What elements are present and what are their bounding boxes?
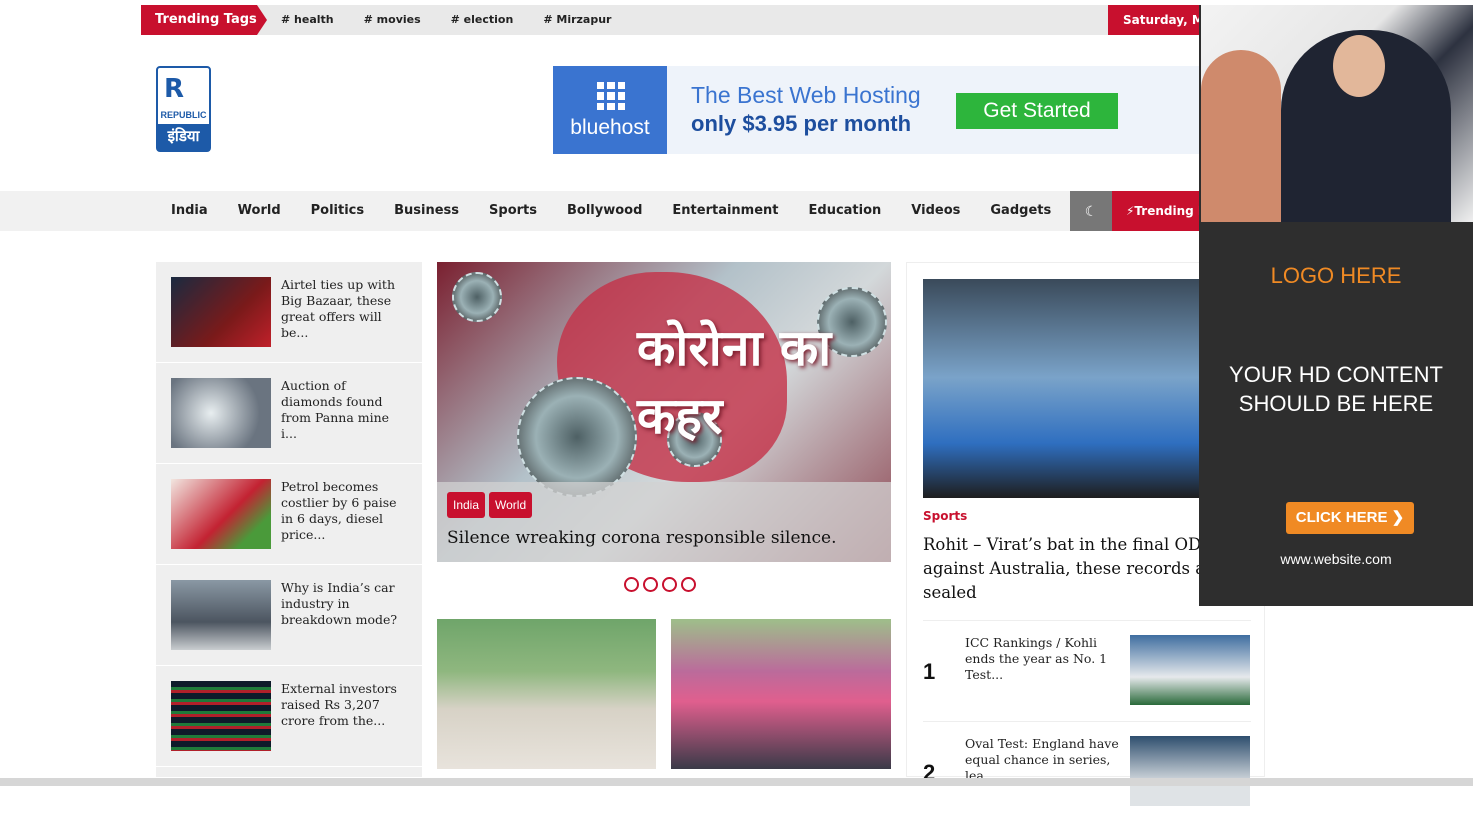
bluehost-banner-ad[interactable]: bluehost The Best Web Hosting only $3.95…: [553, 66, 1203, 154]
tag-link[interactable]: # Mirzapur: [543, 5, 611, 35]
horizontal-scrollbar[interactable]: [0, 778, 1473, 786]
news-thumbnail[interactable]: [171, 681, 271, 751]
list-item[interactable]: Why is India’s car industry in breakdown…: [156, 565, 422, 666]
news-thumbnail[interactable]: [1130, 635, 1250, 705]
trending-tags-label: Trending Tags: [141, 5, 267, 35]
news-title[interactable]: Airtel ties up with Big Bazaar, these gr…: [281, 277, 406, 341]
ad-website[interactable]: www.website.com: [1199, 551, 1473, 567]
news-thumbnail[interactable]: [171, 277, 271, 347]
news-thumbnail[interactable]: [171, 378, 271, 448]
nav-item-world[interactable]: World: [223, 191, 296, 231]
get-started-button[interactable]: Get Started: [956, 93, 1118, 129]
tag-link[interactable]: # movies: [364, 5, 421, 35]
nav-item-gadgets[interactable]: Gadgets: [975, 191, 1066, 231]
grid-icon: [597, 82, 625, 110]
category-badge-world[interactable]: World: [489, 492, 533, 518]
list-item[interactable]: Petrol becomes costlier by 6 paise in 6 …: [156, 464, 422, 565]
news-title[interactable]: Why is India’s car industry in breakdown…: [281, 580, 406, 628]
slider-dot[interactable]: [624, 577, 639, 592]
news-thumbnail[interactable]: [1130, 736, 1250, 806]
news-thumbnail[interactable]: [171, 580, 271, 650]
rank-number: 1: [923, 659, 936, 684]
slider-dot[interactable]: [643, 577, 658, 592]
list-item[interactable]: Airtel ties up with Big Bazaar, these gr…: [156, 262, 422, 363]
news-title[interactable]: External investors raised Rs 3,207 crore…: [281, 681, 406, 729]
nav-menu: India World Politics Business Sports Bol…: [156, 191, 1066, 231]
news-photo[interactable]: [671, 619, 891, 769]
nav-item-entertainment[interactable]: Entertainment: [657, 191, 793, 231]
logo-text: REPUBLIC: [160, 110, 207, 120]
tag-list: # health # movies # election # Mirzapur: [281, 5, 611, 35]
featured-slider[interactable]: कोरोना का कहर India World Silence wreaki…: [437, 262, 891, 562]
ad-person-head: [1333, 35, 1385, 97]
tag-link[interactable]: # election: [451, 5, 514, 35]
nav-item-education[interactable]: Education: [794, 191, 897, 231]
list-item[interactable]: Auction of diamonds found from Panna min…: [156, 363, 422, 464]
trending-strip: Trending Tags # health # movies # electi…: [141, 5, 1251, 35]
nav-item-bollywood[interactable]: Bollywood: [552, 191, 657, 231]
ad-content-text: YOUR HD CONTENT SHOULD BE HERE: [1229, 362, 1443, 416]
nav-item-politics[interactable]: Politics: [296, 191, 380, 231]
category-badge-india[interactable]: India: [447, 492, 486, 518]
slider-dot[interactable]: [681, 577, 696, 592]
click-here-button[interactable]: CLICK HERE ❯: [1286, 502, 1414, 534]
date-display: Saturday, Ma: [1108, 5, 1208, 35]
slide-headline[interactable]: Silence wreaking corona responsible sile…: [447, 528, 836, 548]
trending-now-button[interactable]: ⚡Trending N: [1112, 191, 1212, 231]
news-photo[interactable]: [437, 619, 656, 769]
news-title[interactable]: Auction of diamonds found from Panna min…: [281, 378, 406, 442]
list-item[interactable]: External investors raised Rs 3,207 crore…: [156, 666, 422, 767]
list-item[interactable]: 1 ICC Rankings / Kohli ends the year as …: [923, 620, 1251, 721]
slide-hindi-text: कोरोना का कहर: [637, 319, 832, 445]
bluehost-brand: bluehost: [570, 116, 650, 139]
news-title[interactable]: Oval Test: England have equal chance in …: [965, 736, 1125, 784]
virus-graphic: [452, 272, 502, 322]
nav-item-videos[interactable]: Videos: [896, 191, 975, 231]
dark-mode-toggle[interactable]: ☾: [1070, 191, 1112, 231]
category-label[interactable]: Sports: [923, 509, 967, 523]
nav-item-business[interactable]: Business: [379, 191, 474, 231]
ad-photo: [1201, 5, 1473, 222]
news-thumbnail[interactable]: [171, 479, 271, 549]
moon-icon: ☾: [1084, 203, 1098, 219]
ad-logo-text: LOGO HERE: [1270, 263, 1402, 288]
sidebar-ad[interactable]: LOGO HERE YOUR HD CONTENT SHOULD BE HERE…: [1199, 5, 1473, 606]
logo-hindi-text: इंडिया: [158, 124, 209, 150]
nav-item-india[interactable]: India: [156, 191, 223, 231]
site-logo[interactable]: R REPUBLIC इंडिया: [156, 66, 211, 152]
virus-graphic: [517, 377, 637, 497]
banner-price: only $3.95 per month: [691, 111, 912, 136]
slider-pagination: [624, 577, 696, 592]
slider-dot[interactable]: [662, 577, 677, 592]
left-news-list: Airtel ties up with Big Bazaar, these gr…: [156, 262, 422, 777]
news-title[interactable]: ICC Rankings / Kohli ends the year as No…: [965, 635, 1125, 683]
news-title[interactable]: Petrol becomes costlier by 6 paise in 6 …: [281, 479, 406, 543]
ad-person: [1201, 50, 1281, 222]
list-item[interactable]: 2 Oval Test: England have equal chance i…: [923, 721, 1251, 822]
tag-link[interactable]: # health: [281, 5, 334, 35]
bluehost-logo: bluehost: [553, 66, 667, 154]
nav-item-sports[interactable]: Sports: [474, 191, 552, 231]
banner-headline: The Best Web Hosting: [691, 82, 921, 108]
logo-mark: R: [164, 74, 185, 104]
